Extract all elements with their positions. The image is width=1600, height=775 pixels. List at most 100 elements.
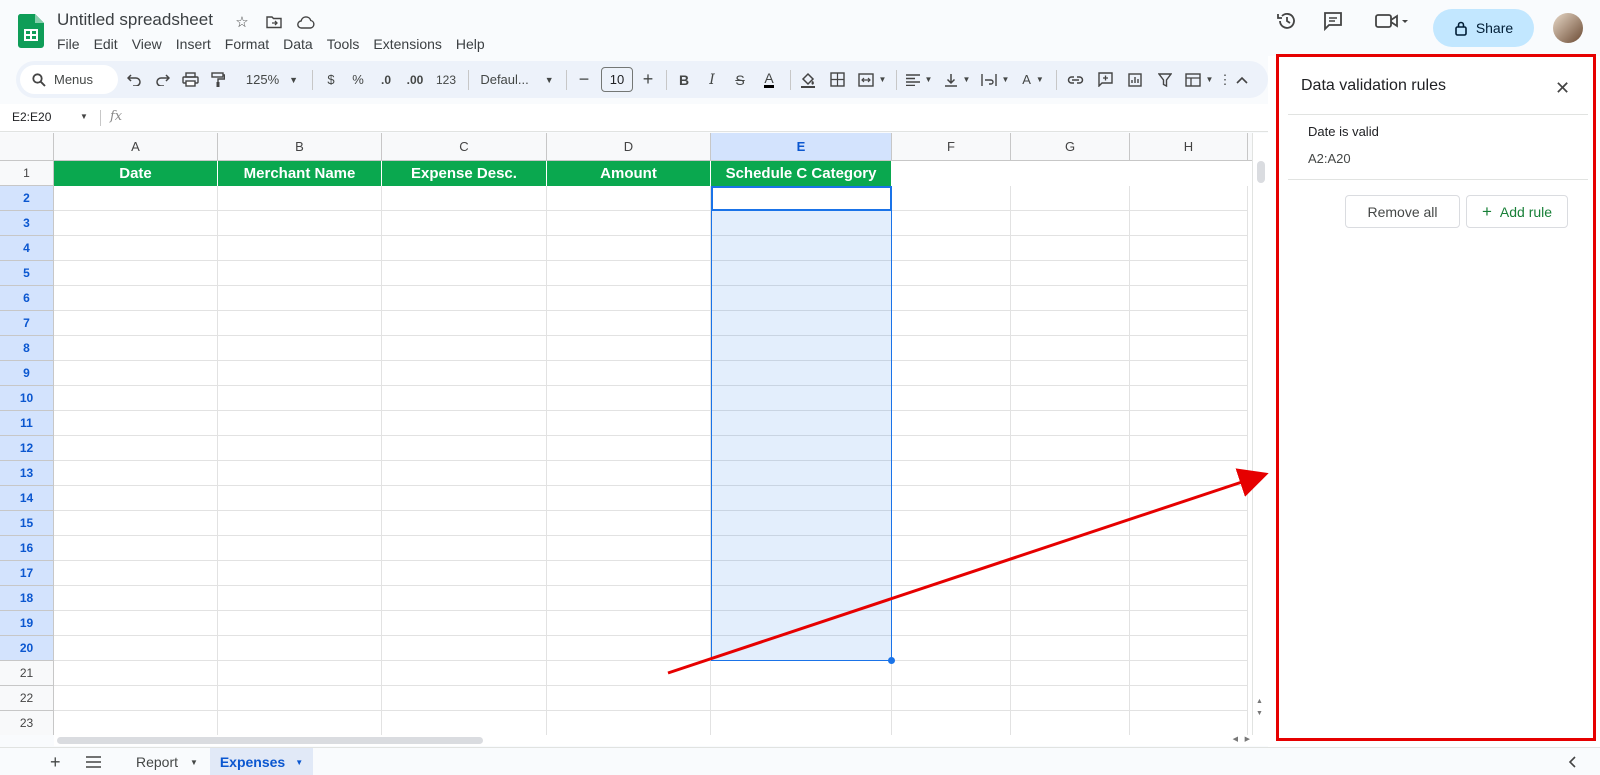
cell[interactable] [892,661,1011,686]
cell[interactable] [382,436,547,461]
cell[interactable] [218,536,382,561]
cell[interactable] [218,461,382,486]
decrease-decimal-button[interactable]: .0 [372,61,400,98]
cell[interactable] [218,386,382,411]
row-header-12[interactable]: 12 [0,436,54,461]
cell[interactable] [382,211,547,236]
cell[interactable] [1011,511,1130,536]
header-cell-amount[interactable]: Amount [547,161,711,186]
cell[interactable] [382,711,547,735]
cell[interactable] [1130,386,1248,411]
cell[interactable] [218,561,382,586]
more-options-icon[interactable]: ⋮ [1219,61,1232,98]
increase-decimal-button[interactable]: .00 [400,61,430,98]
cell[interactable] [892,586,1011,611]
cell[interactable] [892,186,1011,211]
cell[interactable] [1011,636,1130,661]
column-header-c[interactable]: C [382,133,547,161]
cell[interactable] [382,511,547,536]
cell[interactable] [54,286,218,311]
cell[interactable] [892,336,1011,361]
name-box[interactable]: E2:E20 [12,110,51,124]
menu-edit[interactable]: Edit [87,34,125,54]
cell[interactable] [1011,236,1130,261]
cell[interactable] [1011,686,1130,711]
scroll-left-icon[interactable]: ◀ [1233,735,1238,743]
vertical-scroll-thumb[interactable] [1257,161,1265,183]
cell[interactable] [54,236,218,261]
row-header-16[interactable]: 16 [0,536,54,561]
fill-handle[interactable] [888,657,895,664]
sheet-tab-expenses[interactable]: Expenses ▼ [210,748,313,775]
fill-color-icon[interactable] [794,61,822,98]
cell[interactable] [54,711,218,735]
menu-help[interactable]: Help [449,34,492,54]
column-header-g[interactable]: G [1011,133,1130,161]
number-format-button[interactable]: 123 [430,61,462,98]
percent-format-button[interactable]: % [344,61,372,98]
cell[interactable] [54,261,218,286]
cell[interactable] [54,436,218,461]
cell[interactable] [1130,261,1248,286]
header-cell-schedule-c-category[interactable]: Schedule C Category [711,161,892,186]
cell[interactable] [218,586,382,611]
cell[interactable] [54,636,218,661]
cell[interactable] [382,261,547,286]
cell[interactable] [54,686,218,711]
cell[interactable] [547,486,711,511]
menu-format[interactable]: Format [218,34,276,54]
row-header-17[interactable]: 17 [0,561,54,586]
cell[interactable] [892,436,1011,461]
scroll-down-icon[interactable]: ▼ [1256,710,1263,717]
cell[interactable] [218,661,382,686]
row-header-19[interactable]: 19 [0,611,54,636]
select-all-corner[interactable] [0,133,54,161]
table-views-icon[interactable]: ▼ [1180,61,1218,98]
cell[interactable] [382,361,547,386]
cell[interactable] [1130,211,1248,236]
cell[interactable] [1011,286,1130,311]
cell[interactable] [382,286,547,311]
header-cell-date[interactable]: Date [54,161,218,186]
cell[interactable] [1130,436,1248,461]
formula-input[interactable] [132,107,1252,129]
bold-icon[interactable]: B [670,61,698,98]
column-header-h[interactable]: H [1130,133,1248,161]
cell[interactable] [1130,311,1248,336]
cell[interactable] [382,686,547,711]
cell[interactable] [382,611,547,636]
share-button[interactable]: Share [1433,9,1534,47]
cell[interactable] [382,561,547,586]
cell[interactable] [1011,711,1130,735]
cell[interactable] [547,711,711,735]
selected-range[interactable] [711,186,892,661]
menu-insert[interactable]: Insert [169,34,218,54]
cell[interactable] [382,461,547,486]
sheet-tab-report[interactable]: Report ▼ [136,750,198,774]
cell[interactable] [218,186,382,211]
cell[interactable] [892,611,1011,636]
scroll-right-icon[interactable]: ▶ [1245,735,1250,743]
cell[interactable] [547,361,711,386]
cell[interactable] [547,286,711,311]
currency-format-button[interactable]: $ [318,61,344,98]
cell[interactable] [1130,611,1248,636]
column-header-e[interactable]: E [711,133,892,161]
cell[interactable] [54,661,218,686]
cell[interactable] [218,211,382,236]
cell[interactable] [547,386,711,411]
cell[interactable] [547,511,711,536]
row-header-5[interactable]: 5 [0,261,54,286]
cell[interactable] [1130,536,1248,561]
cell[interactable] [547,586,711,611]
row-header-7[interactable]: 7 [0,311,54,336]
row-header-11[interactable]: 11 [0,411,54,436]
add-sheet-icon[interactable]: + [50,750,61,774]
cell[interactable] [218,686,382,711]
cell[interactable] [892,636,1011,661]
cell[interactable] [1130,361,1248,386]
cell[interactable] [382,636,547,661]
cell[interactable] [1130,186,1248,211]
cell[interactable] [1130,711,1248,735]
horizontal-scroll-thumb[interactable] [57,737,483,744]
